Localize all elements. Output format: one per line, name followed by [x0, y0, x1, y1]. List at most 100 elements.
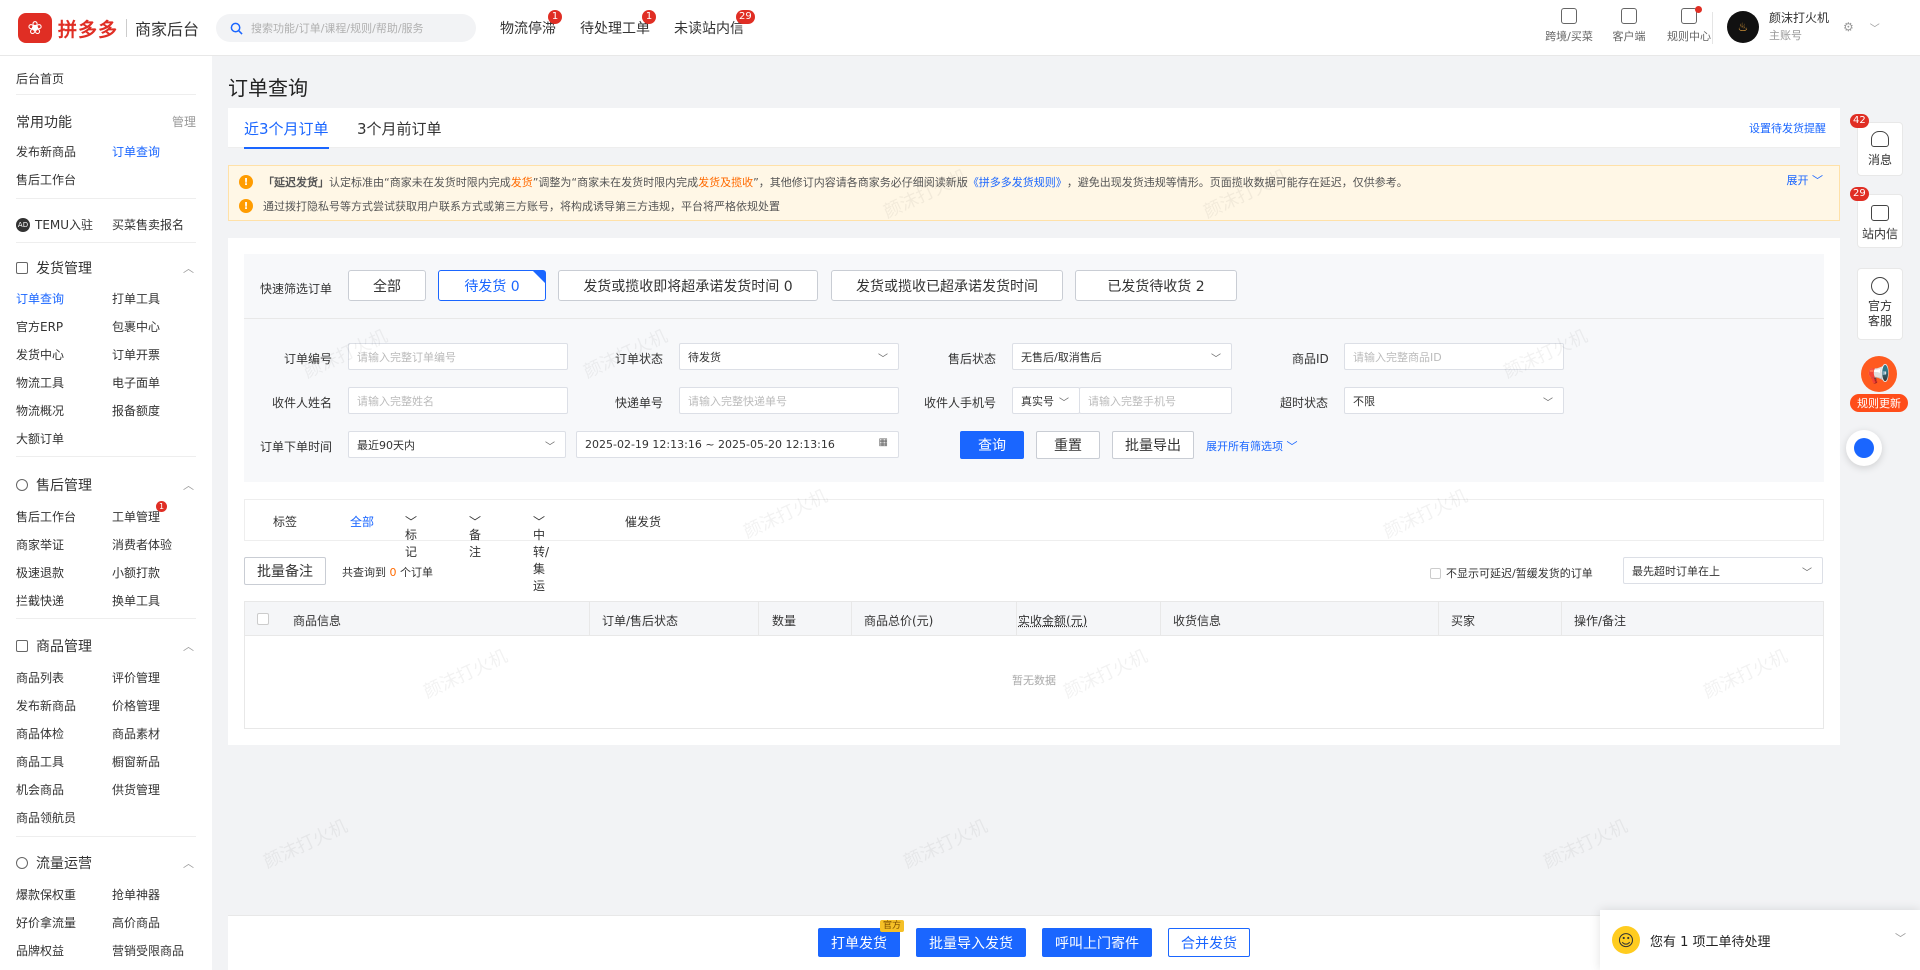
sidebar-item-grab-order[interactable]: 抢单神器: [112, 886, 160, 903]
quick-filter-all[interactable]: 全部: [348, 270, 426, 301]
batch-export-button[interactable]: 批量导出: [1112, 431, 1194, 459]
sidebar-item-exchange[interactable]: 换单工具: [112, 592, 160, 609]
sidebar-item-restricted[interactable]: 营销受限商品: [112, 942, 184, 959]
call-pickup-button[interactable]: 呼叫上门寄件: [1042, 928, 1152, 957]
phone-type-select[interactable]: 真实号 ﹀: [1012, 387, 1080, 414]
sidebar-item-hot-weight[interactable]: 爆款保权重: [16, 886, 76, 903]
sidebar-item-large-orders[interactable]: 大额订单: [16, 430, 64, 447]
sidebar-item-checkup[interactable]: 商品体检: [16, 725, 64, 742]
reset-button[interactable]: 重置: [1036, 431, 1100, 459]
sidebar-item-order-query[interactable]: 订单查询: [16, 290, 64, 307]
print-ship-button[interactable]: 打单发货: [818, 928, 900, 957]
timeout-status-select[interactable]: 不限 ﹀: [1344, 387, 1564, 414]
sidebar-item-supply[interactable]: 供货管理: [112, 781, 160, 798]
chevron-down-icon[interactable]: ﹀: [1895, 930, 1906, 946]
sidebar-item-publish[interactable]: 发布新商品: [16, 143, 76, 160]
sidebar-item-waybill[interactable]: 电子面单: [112, 374, 160, 391]
goods-id-input[interactable]: 请输入完整商品ID: [1344, 343, 1564, 370]
sidebar-item-fast-refund[interactable]: 极速退款: [16, 564, 64, 581]
sidebar-item-goods-tool[interactable]: 商品工具: [16, 753, 64, 770]
chevron-up-icon[interactable]: ︿: [183, 638, 194, 654]
settings-icon[interactable]: ⚙: [1843, 20, 1854, 34]
logo[interactable]: ❀ 拼多多 商家后台: [18, 12, 199, 44]
order-status-select[interactable]: 待发货 ﹀: [679, 343, 899, 370]
messages-button[interactable]: 消息: [1857, 122, 1903, 176]
express-no-input[interactable]: 请输入完整快递单号: [679, 387, 899, 414]
sidebar-item-order-query[interactable]: 订单查询: [112, 143, 160, 160]
sidebar-section-shipping[interactable]: 发货管理: [16, 258, 92, 278]
nav-unread-messages[interactable]: 未读站内信: [674, 18, 744, 38]
batch-import-ship-button[interactable]: 批量导入发货: [916, 928, 1026, 957]
hide-delay-checkbox[interactable]: 不显示可延迟/暂缓发货的订单: [1430, 565, 1593, 581]
cross-border-button[interactable]: 跨境/买菜: [1541, 8, 1597, 44]
sidebar-item-small-payment[interactable]: 小额打款: [112, 564, 160, 581]
sidebar-item-print-tool[interactable]: 打单工具: [112, 290, 160, 307]
receiver-name-input[interactable]: 请输入完整姓名: [348, 387, 568, 414]
sidebar-item-logistics-overview[interactable]: 物流概况: [16, 402, 64, 419]
chevron-up-icon[interactable]: ︿: [183, 477, 194, 493]
official-service-button[interactable]: 官方客服: [1857, 268, 1903, 340]
client-button[interactable]: 客户端: [1601, 8, 1657, 44]
search-button[interactable]: 查询: [960, 431, 1024, 459]
search-input[interactable]: 搜索功能/订单/课程/规则/帮助/服务: [216, 14, 476, 42]
rules-update-button[interactable]: 📢 规则更新: [1850, 356, 1908, 418]
date-range-picker[interactable]: 2025-02-19 12:13:16 ~ 2025-05-20 12:13:1…: [576, 431, 899, 458]
receiver-phone-input[interactable]: 请输入完整手机号: [1079, 387, 1232, 414]
expand-filters-link[interactable]: 展开所有筛选项 ﹀: [1206, 438, 1298, 454]
sidebar-item-aftersale-desk[interactable]: 售后工作台: [16, 508, 76, 525]
sidebar-item-home[interactable]: 后台首页: [16, 70, 64, 87]
sidebar-item-brand[interactable]: 品牌权益: [16, 942, 64, 959]
sidebar-item-tickets[interactable]: 工单管理: [112, 508, 160, 525]
nav-logistics-stalled[interactable]: 物流停滞: [500, 18, 556, 38]
sidebar-item-publish[interactable]: 发布新商品: [16, 697, 76, 714]
quick-filter-near-deadline[interactable]: 发货或揽收即将超承诺发货时间 0: [558, 270, 818, 301]
batch-remark-button[interactable]: 批量备注: [244, 557, 326, 585]
sidebar-item-showcase[interactable]: 橱窗新品: [112, 753, 160, 770]
sidebar-item-price[interactable]: 价格管理: [112, 697, 160, 714]
sidebar-item-evidence[interactable]: 商家举证: [16, 536, 64, 553]
pending-tickets-toast[interactable]: ☺ 您有 1 项工单待处理 ﹀: [1600, 910, 1920, 970]
reminder-settings-link[interactable]: 设置待发货提醒: [1749, 120, 1826, 136]
rules-center-button[interactable]: 规则中心: [1661, 8, 1717, 44]
sidebar-item-ship-center[interactable]: 发货中心: [16, 346, 64, 363]
sidebar-item-intercept[interactable]: 拦截快递: [16, 592, 64, 609]
sidebar-section-aftersale[interactable]: 售后管理: [16, 475, 92, 495]
shipping-rules-link[interactable]: 《拼多多发货规则》: [968, 174, 1067, 190]
quick-filter-pending[interactable]: 待发货 0: [438, 270, 546, 301]
tag-transit-dropdown[interactable]: 中转/集运 ﹀: [533, 513, 549, 593]
nav-pending-tickets[interactable]: 待处理工单: [580, 18, 650, 38]
sidebar-item-good-price[interactable]: 好价拿流量: [16, 914, 76, 931]
sidebar-section-goods[interactable]: 商品管理: [16, 636, 92, 656]
sidebar-item-invoice[interactable]: 订单开票: [112, 346, 160, 363]
chevron-down-icon[interactable]: ﹀: [1870, 20, 1880, 35]
user-menu[interactable]: ♨ 颜沫打火机 主账号 ⚙ ﹀: [1727, 10, 1880, 44]
tag-all[interactable]: 全部: [350, 513, 374, 530]
sidebar-item-grocery-signup[interactable]: 买菜售卖报名: [112, 216, 184, 233]
sidebar-item-reviews[interactable]: 评价管理: [112, 669, 160, 686]
sidebar-item-experience[interactable]: 消费者体验: [112, 536, 172, 553]
tag-mark-dropdown[interactable]: 标记 ﹀: [405, 513, 417, 559]
sidebar-item-navigator[interactable]: 商品领航员: [16, 809, 76, 826]
sidebar-item-package[interactable]: 包裹中心: [112, 318, 160, 335]
manage-link[interactable]: 管理: [172, 113, 196, 130]
chat-assistant-button[interactable]: [1846, 430, 1882, 466]
sidebar-item-opportunity[interactable]: 机会商品: [16, 781, 64, 798]
sort-select[interactable]: 最先超时订单在上 ﹀: [1623, 557, 1823, 584]
select-all-checkbox[interactable]: [257, 613, 269, 625]
quick-filter-overdue[interactable]: 发货或揽收已超承诺发货时间: [831, 270, 1063, 301]
inbox-button[interactable]: 站内信: [1857, 194, 1903, 248]
quick-filter-shipped[interactable]: 已发货待收货 2: [1075, 270, 1237, 301]
tab-older-than-3-months[interactable]: 3个月前订单: [357, 118, 442, 139]
chevron-up-icon[interactable]: ︿: [183, 855, 194, 871]
chevron-up-icon[interactable]: ︿: [183, 260, 194, 276]
sidebar-item-high-price[interactable]: 高价商品: [112, 914, 160, 931]
merge-ship-button[interactable]: 合并发货: [1168, 928, 1250, 957]
order-no-input[interactable]: 请输入完整订单编号: [348, 343, 568, 370]
tab-recent-3-months[interactable]: 近3个月订单: [244, 118, 329, 149]
checkbox[interactable]: [1430, 567, 1441, 579]
sidebar-item-temu[interactable]: AD TEMU入驻: [16, 216, 93, 233]
sidebar-item-erp[interactable]: 官方ERP: [16, 318, 63, 335]
tag-urge[interactable]: 催发货: [625, 513, 661, 530]
notice-expand-link[interactable]: 展开 ﹀: [1787, 172, 1824, 188]
sidebar-item-material[interactable]: 商品素材: [112, 725, 160, 742]
